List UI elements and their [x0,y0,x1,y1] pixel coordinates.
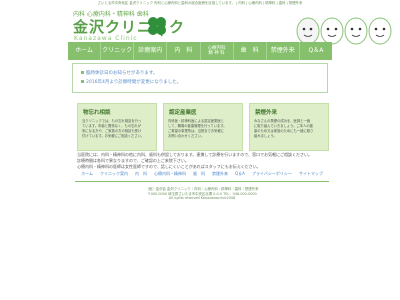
clover-icon [146,15,168,41]
intro-text: 心療内科・精神科の医師は女性医師ですので、話しにくいことがあればスタッフにもお伝… [77,164,261,169]
footer-link-clinic[interactable]: クリニック案内 [100,171,128,179]
footer-link-internal[interactable]: 内 科 [135,171,147,179]
news-text[interactable]: 2016年4月より診察時間が変更になりました。 [86,80,181,85]
nav-dental[interactable]: 歯 科 [234,42,267,60]
footer-link-qa[interactable]: Q＆A [235,171,245,179]
bullet-icon [81,80,84,83]
footer-link-smoking[interactable]: 禁煙外来 [212,171,228,179]
card-text: お問い合わせください。 [168,134,205,138]
card-title: 認定産業医 [169,110,197,116]
main-nav: ホーム クリニック 診療案内 内 科 心療内科 精 神 科 歯 科 禁煙外来 Q… [68,42,332,60]
nav-qa[interactable]: Q＆A [300,42,332,60]
footer-link-sitemap[interactable]: サイトマップ [299,171,323,179]
nav-guide[interactable]: 診療案内 [134,42,168,60]
card-smoking-cessation: 禁煙外来 みなさんの禁煙の成功を、医師と一緒 に取り組んでいきましょう。ご本人の… [249,103,329,151]
header: 内科 心療内科・精神科 歯科 金沢クリニック Kanazawa Clinic [60,7,392,45]
card-title: 物忘れ相談 [83,110,111,116]
card-industrial-doctor: 認定産業医 内科医・精神科医による認定産業医と して、職場の健康管理を行っていま… [163,103,243,151]
footer-link-psychiatry[interactable]: 心療内科・精神科 [154,171,186,179]
nav-smoking[interactable]: 禁煙外来 [267,42,300,60]
clinic-logo-en: Kanazawa Clinic [74,35,138,42]
footer-link-home[interactable]: ホーム [81,171,93,179]
footer-link-dental[interactable]: 歯 科 [193,171,205,179]
footer-nav: ホーム クリニック案内 内 科 心療内科・精神科 歯 科 禁煙外来 Q＆A プラ… [75,171,329,179]
clinic-logo[interactable]: 金沢クリニック [73,16,185,37]
news-box: 臨時休診日のお知らせがあります。 2016年4月より診察時間が変更になりました。 [72,63,328,93]
news-item[interactable]: 2016年4月より診察時間が変更になりました。 [81,79,181,85]
nav-clinic[interactable]: クリニック [101,42,135,60]
nav-home[interactable]: ホーム [68,42,102,60]
top-notice: さいとる市中央地区 金沢クリニック 内科と心療内科と歯科の総合医療を目指していま… [97,1,303,5]
footer-copyright: All rights reserved Kanazawaclinic2008 [168,196,236,200]
footer-link-privacy[interactable]: プライバシーポリシー [252,171,292,179]
card-memory-consult: 物忘れ相談 当クリニックでは、もの忘れ相談を行っ ています。年齢と関係なく、もの… [77,103,157,151]
card-title: 禁煙外来 [255,110,278,116]
news-text[interactable]: 臨時休診日のお知らせがあります。 [86,71,157,76]
nav-internal-medicine[interactable]: 内 科 [167,42,201,60]
card-text: 付けています。お気軽にご相談ください。 [82,134,145,138]
news-item[interactable]: 臨時休診日のお知らせがあります。 [81,70,157,76]
nav-psychiatry[interactable]: 心療内科 精 神 科 [201,42,234,60]
bullet-icon [81,71,84,74]
page: { "top_notice": "さいとる市中央地区 金沢クリニック 内科と心療… [0,0,400,300]
footer-divider [75,181,329,182]
feature-cards: 物忘れ相談 当クリニックでは、もの忘れ相談を行っ ています。年齢と関係なく、もの… [77,103,329,151]
card-text: 組みましょう。 [254,134,277,138]
